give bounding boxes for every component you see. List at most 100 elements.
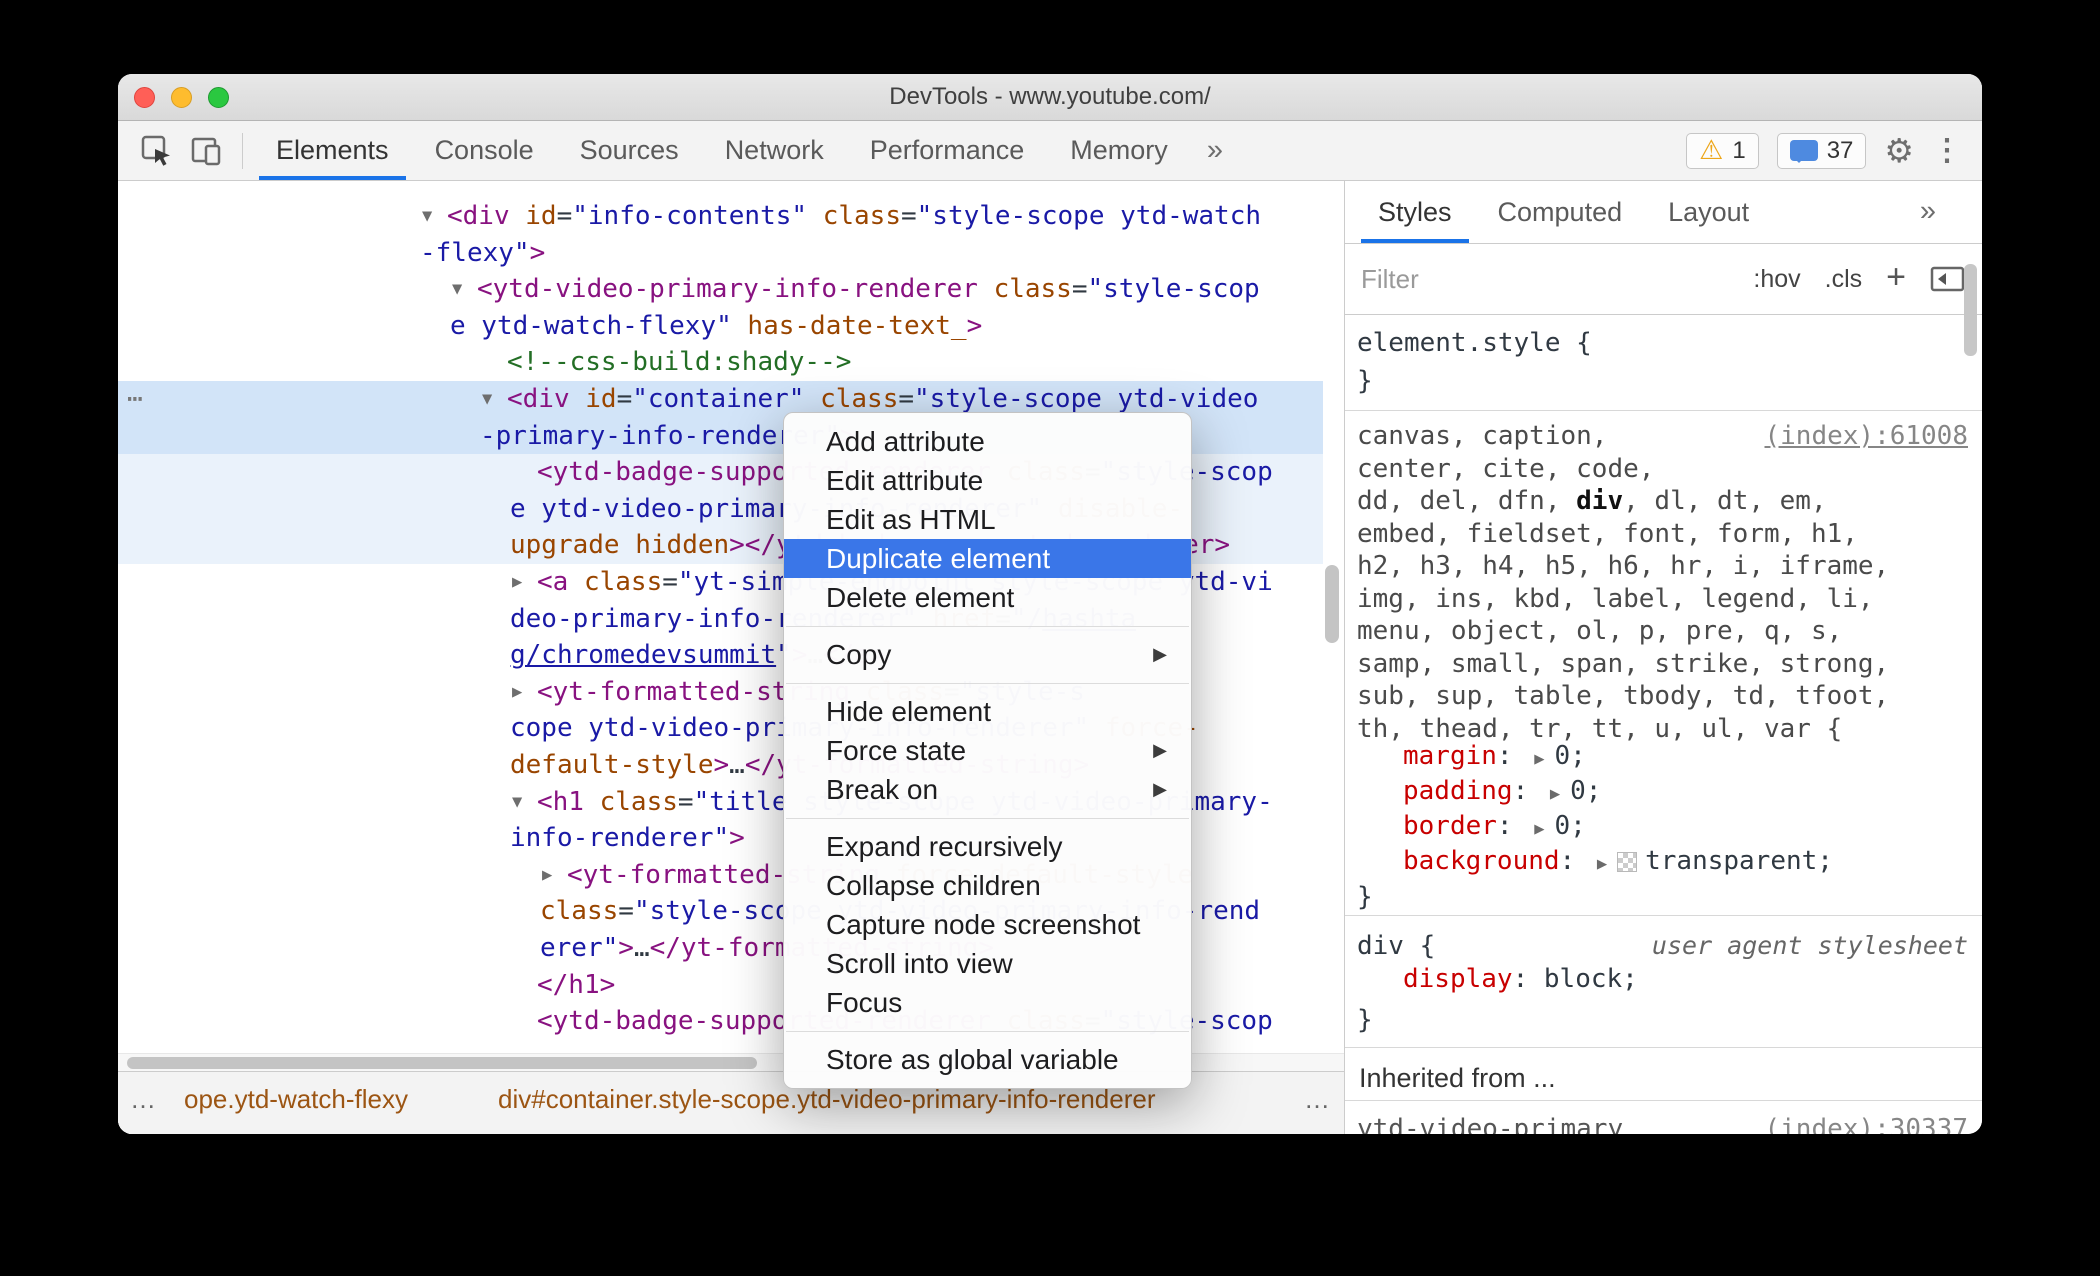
more-tabs-icon[interactable]: » [1191,134,1239,167]
expand-shorthand-icon[interactable]: ▶ [1534,749,1544,769]
menu-item-expand-recursively[interactable]: Expand recursively [784,827,1191,866]
dom-line[interactable]: -flexy"> [118,235,1323,272]
toggle-sidebar-icon[interactable] [1930,264,1966,294]
collapse-arrow-icon[interactable]: ▼ [452,271,462,308]
console-messages-badge[interactable]: 37 [1776,132,1867,169]
menu-item-label: Collapse children [826,869,1041,901]
close-button[interactable] [134,86,155,108]
collapse-arrow-icon[interactable]: ▼ [512,784,522,821]
menu-item-label: Delete element [826,581,1015,613]
css-selector-line[interactable]: samp, small, span, strike, strong, [1357,648,1889,681]
kebab-menu-icon[interactable]: ⋮ [1932,135,1962,166]
menu-item-label: Hide element [826,695,991,727]
menu-item-hide-element[interactable]: Hide element [784,692,1191,731]
menu-item-delete-element[interactable]: Delete element [784,578,1191,617]
dom-line[interactable]: ▼ <div id="info-contents" class="style-sc… [118,198,1323,235]
menu-separator [784,809,1191,827]
zoom-button[interactable] [208,86,229,108]
dom-line[interactable]: ▼ <ytd-video-primary-info-renderer class=… [118,271,1323,308]
menu-item-scroll-into-view[interactable]: Scroll into view [784,944,1191,983]
context-menu: Add attribute Edit attribute Edit as HTML D… [783,412,1192,1089]
css-selector-line[interactable]: h2, h3, h4, h5, h6, hr, i, iframe, [1357,550,1889,583]
tab-memory[interactable]: Memory [1047,121,1191,180]
inherited-rule-selector[interactable]: ytd-video-primary [1357,1110,1623,1134]
styles-tab-computed[interactable]: Computed [1475,181,1646,243]
transparent-color-swatch [1617,852,1638,872]
ua-rule-close: } [1357,1005,1373,1035]
dom-line-text: -flexy"> [420,237,546,268]
breadcrumb-item[interactable]: ope.ytd-watch-flexy [184,1084,408,1115]
styles-tab-styles[interactable]: Styles [1355,181,1475,243]
dom-line[interactable]: <!--css-build:shady--> [118,344,1323,381]
element-style-selector[interactable]: element.style { [1357,324,1592,362]
css-selector-line[interactable]: img, ins, kbd, label, legend, li, [1357,583,1889,616]
menu-item-label: Store as global variable [826,1043,1119,1075]
menu-item-edit-as-html[interactable]: Edit as HTML [784,500,1191,539]
styles-pane-content: element.style { } canvas, caption, center… [1345,315,1982,1134]
horizontal-scrollbar-thumb[interactable] [127,1057,757,1069]
toolbar-separator [242,132,243,169]
elements-vertical-scrollbar[interactable] [1325,565,1339,643]
styles-tab-layout[interactable]: Layout [1645,181,1772,243]
styles-scrollbar-thumb[interactable] [1964,264,1977,356]
inspect-element-icon[interactable] [140,134,174,168]
titlebar[interactable]: DevTools - www.youtube.com/ [118,74,1982,121]
menu-item-edit-attribute[interactable]: Edit attribute [784,461,1191,500]
css-selector-line[interactable]: center, cite, code, [1357,453,1889,486]
menu-item-collapse-children[interactable]: Collapse children [784,866,1191,905]
dom-line-text: info-renderer"> [510,823,745,854]
breadcrumb-overflow-right[interactable]: … [1304,1084,1330,1115]
menu-item-duplicate-element[interactable]: Duplicate element [784,539,1191,578]
css-selector-line[interactable]: embed, fieldset, font, form, h1, [1357,518,1889,551]
menu-separator [784,1022,1191,1040]
menu-item-break-on[interactable]: Break on ▶ [784,770,1191,809]
tab-network[interactable]: Network [702,121,847,180]
stylesheet-source-link[interactable]: (index):61008 [1765,420,1969,452]
base-rule-close: } [1357,882,1373,912]
tab-elements[interactable]: Elements [253,121,412,180]
warnings-badge[interactable]: ⚠ 1 [1686,132,1759,169]
css-property-background[interactable]: background: ▶ transparent; [1403,844,1833,879]
settings-gear-icon[interactable]: ⚙ [1884,134,1914,167]
css-property-display[interactable]: display: block; [1403,962,1638,997]
minimize-button[interactable] [171,86,192,108]
dom-line[interactable]: e ytd-watch-flexy" has-date-text_> [118,308,1323,345]
css-property-padding[interactable]: padding: ▶ 0; [1403,774,1833,809]
expand-shorthand-icon[interactable]: ▶ [1597,854,1607,874]
css-property-border[interactable]: border: ▶ 0; [1403,809,1833,844]
breadcrumb-overflow-left[interactable]: … [130,1084,156,1115]
tab-console[interactable]: Console [412,121,557,180]
new-style-rule-button[interactable]: + [1886,258,1906,297]
ua-rule-props: display: block; [1403,962,1638,997]
device-toolbar-icon[interactable] [190,134,224,168]
tab-sources[interactable]: Sources [557,121,702,180]
expand-shorthand-icon[interactable]: ▶ [1534,819,1544,839]
tab-performance[interactable]: Performance [847,121,1048,180]
toggle-element-classes-button[interactable]: .cls [1825,265,1863,294]
menu-item-capture-node-screenshot[interactable]: Capture node screenshot [784,905,1191,944]
inherited-stylesheet-source-link[interactable]: (index):30337 [1765,1113,1969,1134]
menu-item-focus[interactable]: Focus [784,983,1191,1022]
ua-rule-selector[interactable]: div { [1357,927,1435,965]
css-selector-line[interactable]: menu, object, ol, p, pre, q, s, [1357,615,1889,648]
css-selector-line[interactable]: dd, del, dfn, div, dl, dt, em, [1357,485,1889,518]
expand-arrow-icon[interactable]: ▶ [512,564,522,601]
menu-item-store-as-global-variable[interactable]: Store as global variable [784,1040,1191,1079]
menu-item-copy[interactable]: Copy ▶ [784,635,1191,674]
menu-item-label: Duplicate element [826,542,1051,574]
expand-arrow-icon[interactable]: ▶ [512,674,522,711]
expand-arrow-icon[interactable]: ▶ [542,857,552,894]
css-property-margin[interactable]: margin: ▶ 0; [1403,739,1833,774]
expand-shorthand-icon[interactable]: ▶ [1550,784,1560,804]
menu-item-force-state[interactable]: Force state ▶ [784,731,1191,770]
styles-filter-input[interactable] [1361,263,1611,295]
menu-item-add-attribute[interactable]: Add attribute [784,422,1191,461]
toggle-pseudo-state-button[interactable]: :hov [1753,265,1800,294]
node-options-ellipsis[interactable]: ⋯ [127,381,143,418]
styles-more-tabs-icon[interactable]: » [1904,195,1952,228]
rule-divider [1345,915,1982,916]
collapse-arrow-icon[interactable]: ▼ [482,381,492,418]
collapse-arrow-icon[interactable]: ▼ [422,198,432,235]
inherited-from-header: Inherited from ... [1359,1063,1556,1093]
css-selector-line[interactable]: sub, sup, table, tbody, td, tfoot, [1357,680,1889,713]
